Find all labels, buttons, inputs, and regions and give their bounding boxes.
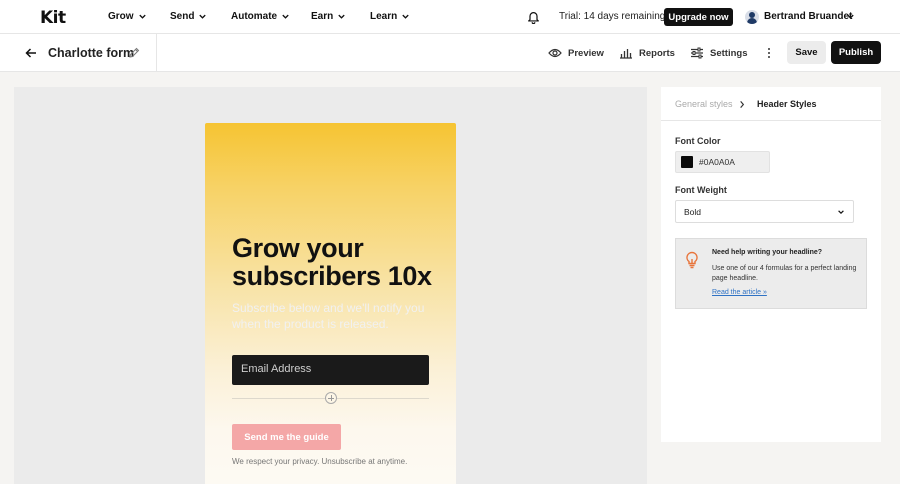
font-weight-value: Bold	[684, 207, 702, 217]
nav-automate-label: Automate	[231, 11, 278, 22]
email-field[interactable]: Email Address	[232, 355, 429, 385]
bar-chart-icon	[620, 49, 632, 59]
nav-grow[interactable]: Grow	[108, 11, 147, 22]
preview-label: Preview	[568, 47, 604, 59]
form-preview[interactable]: Grow your subscribers 10x Subscribe belo…	[205, 123, 456, 484]
lightbulb-icon	[686, 251, 698, 269]
kit-logo[interactable]: Kit	[40, 8, 66, 28]
nav-earn-label: Earn	[311, 11, 334, 22]
chevron-down-icon	[338, 14, 345, 19]
font-color-value: #0A0A0A	[699, 157, 735, 167]
editor-toolbar: Charlotte form Preview Reports Settings …	[0, 34, 900, 72]
settings-label: Settings	[710, 47, 748, 59]
chevron-down-icon	[282, 14, 289, 19]
nav-send-label: Send	[170, 11, 195, 22]
sliders-icon	[691, 47, 703, 59]
form-subtext[interactable]: Subscribe below and we'll notify you whe…	[232, 300, 432, 332]
reports-button[interactable]: Reports	[619, 47, 675, 59]
chevron-down-icon[interactable]	[846, 12, 855, 21]
user-name[interactable]: Bertrand Bruandet	[764, 11, 852, 22]
font-color-field[interactable]: #0A0A0A	[675, 151, 770, 173]
settings-button[interactable]: Settings	[690, 47, 747, 59]
publish-button[interactable]: Publish	[831, 41, 881, 64]
breadcrumb-current: Header Styles	[757, 99, 817, 109]
eye-icon	[548, 48, 562, 58]
save-button[interactable]: Save	[787, 41, 826, 64]
upgrade-button[interactable]: Upgrade now	[664, 8, 733, 26]
privacy-text[interactable]: We respect your privacy. Unsubscribe at …	[232, 457, 407, 466]
bell-icon[interactable]	[527, 10, 540, 24]
chevron-right-icon	[739, 100, 744, 108]
chevron-down-icon	[138, 14, 146, 19]
chevron-down-icon	[199, 14, 207, 19]
form-headline[interactable]: Grow your subscribers 10x	[232, 234, 442, 290]
nav-earn[interactable]: Earn	[311, 11, 346, 22]
add-block-icon[interactable]	[325, 392, 337, 404]
top-nav: Kit Grow Send Automate Earn Learn Trial:…	[0, 0, 900, 34]
chevron-down-icon	[838, 210, 844, 215]
subscribe-button[interactable]: Send me the guide	[232, 424, 341, 450]
style-panel: General styles Header Styles Font Color …	[661, 87, 881, 442]
pencil-icon[interactable]	[128, 47, 140, 59]
nav-automate[interactable]: Automate	[231, 11, 290, 22]
breadcrumb-parent-label: General styles	[675, 99, 733, 109]
nav-send[interactable]: Send	[170, 11, 207, 22]
font-weight-select[interactable]: Bold	[675, 200, 854, 223]
nav-learn[interactable]: Learn	[370, 11, 410, 22]
avatar[interactable]	[745, 10, 759, 24]
font-color-label: Font Color	[675, 136, 721, 146]
font-weight-label: Font Weight	[675, 185, 727, 195]
breadcrumb-general-styles[interactable]: General styles	[675, 99, 745, 109]
tip-title: Need help writing your headline?	[712, 249, 823, 256]
headline-tip-box: Need help writing your headline? Use one…	[675, 238, 867, 309]
arrow-left-icon[interactable]	[24, 46, 38, 60]
nav-grow-label: Grow	[108, 11, 134, 22]
color-swatch[interactable]	[681, 156, 693, 168]
toolbar-divider	[156, 34, 157, 72]
nav-learn-label: Learn	[370, 11, 398, 22]
tip-body: Use one of our 4 formulas for a perfect …	[712, 265, 857, 282]
preview-button[interactable]: Preview	[548, 47, 604, 59]
reports-label: Reports	[639, 47, 675, 59]
chevron-down-icon	[402, 14, 409, 19]
trial-status: Trial: 14 days remaining	[559, 11, 666, 22]
panel-divider	[661, 120, 881, 121]
read-article-link[interactable]: Read the article »	[712, 289, 767, 296]
more-options-icon[interactable]	[766, 47, 772, 59]
form-title[interactable]: Charlotte form	[48, 46, 134, 60]
